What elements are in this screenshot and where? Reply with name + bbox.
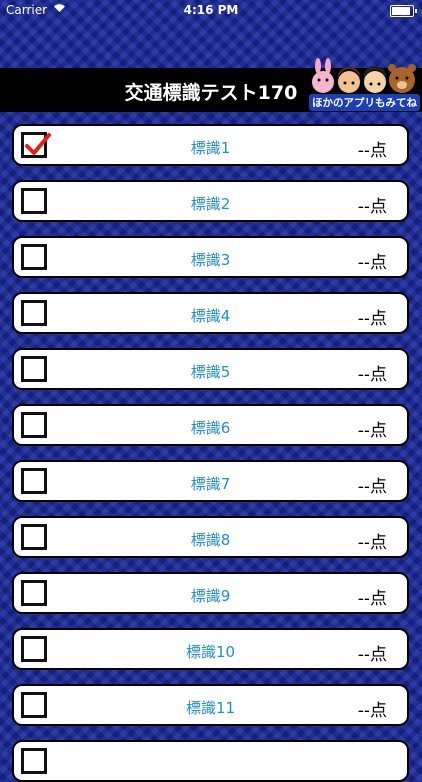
battery-icon [390, 5, 417, 17]
banner-label: ほかのアプリもみてね [309, 94, 420, 111]
list-item[interactable]: 標識11 --点 [12, 684, 409, 726]
score-value: --点 [357, 365, 387, 385]
sign-label: 標識4 [190, 307, 231, 325]
score-value: --点 [357, 309, 387, 329]
sign-label: 標識6 [190, 419, 231, 437]
other-apps-banner[interactable]: ほかのアプリもみてね [298, 58, 422, 112]
score-value: --点 [357, 645, 387, 665]
sign-label: 標識8 [190, 531, 231, 549]
list-item[interactable]: 標識8 --点 [12, 516, 409, 558]
score-value: --点 [357, 477, 387, 497]
list-item[interactable]: 標識3 --点 [12, 236, 409, 278]
sign-label: 標識10 [185, 643, 236, 661]
score-value: --点 [357, 197, 387, 217]
list-item[interactable] [12, 740, 409, 782]
sign-label: 標識11 [185, 699, 236, 717]
sign-label: 標識7 [190, 475, 231, 493]
sign-label: 標識9 [190, 587, 231, 605]
list-item[interactable]: 標識5 --点 [12, 348, 409, 390]
mascot-characters-icon [312, 58, 416, 93]
list-item[interactable]: 標識6 --点 [12, 404, 409, 446]
score-value: --点 [357, 421, 387, 441]
list-item[interactable]: 標識2 --点 [12, 180, 409, 222]
score-value: --点 [357, 141, 387, 161]
sign-label: 標識5 [190, 363, 231, 381]
list-item[interactable]: 標識10 --点 [12, 628, 409, 670]
list-item[interactable]: 標識9 --点 [12, 572, 409, 614]
sign-label: 標識2 [190, 195, 231, 213]
score-value: --点 [357, 533, 387, 553]
list-item[interactable]: 標識1 --点 [12, 124, 409, 166]
score-value: --点 [357, 253, 387, 273]
sign-label: 標識1 [190, 139, 231, 157]
status-bar: Carrier 4:16 PM [0, 0, 422, 22]
score-value: --点 [357, 701, 387, 721]
list-item[interactable]: 標識7 --点 [12, 460, 409, 502]
list-item[interactable]: 標識4 --点 [12, 292, 409, 334]
sign-label: 標識3 [190, 251, 231, 269]
status-time: 4:16 PM [183, 3, 239, 17]
checkbox[interactable] [21, 748, 47, 774]
score-value: --点 [357, 589, 387, 609]
